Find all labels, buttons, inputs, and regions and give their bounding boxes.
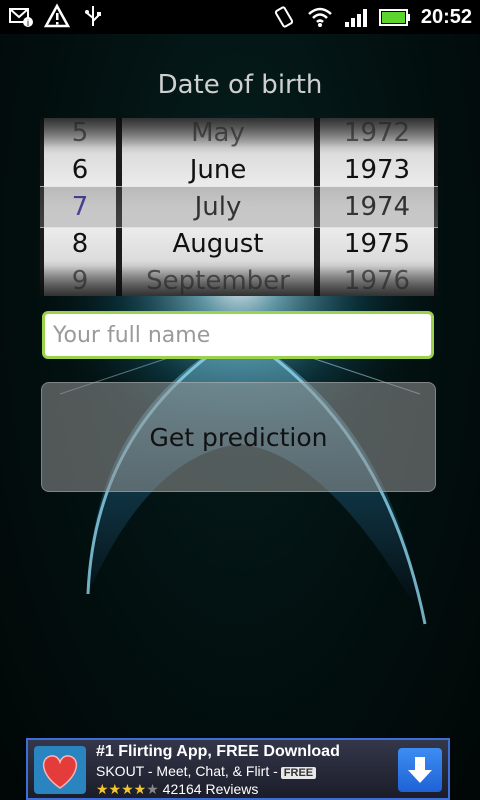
heart-app-icon (34, 746, 86, 794)
warning-icon (43, 3, 71, 29)
get-prediction-button[interactable]: Get prediction (41, 382, 436, 492)
month-option-selected[interactable]: July (122, 189, 314, 226)
ad-rating: ★★★★★ 42164 Reviews (96, 781, 258, 798)
ad-subtitle: SKOUT - Meet, Chat, & Flirt - FREE (96, 763, 317, 779)
year-option-selected[interactable]: 1974 (320, 189, 434, 226)
date-of-birth-picker[interactable]: 5 6 7 8 9 May June July August September… (40, 118, 438, 296)
day-wheel[interactable]: 5 6 7 8 9 (44, 118, 116, 296)
mail-notification-icon: i (8, 3, 34, 29)
month-option[interactable]: August (122, 226, 314, 263)
usb-icon (80, 3, 106, 29)
star-rating-icon: ★★★★★ (96, 781, 159, 797)
download-arrow-button[interactable] (398, 748, 442, 792)
status-bar: i 20:52 (0, 0, 480, 34)
year-option[interactable]: 1972 (320, 118, 434, 152)
full-name-input[interactable] (42, 311, 434, 359)
day-option[interactable]: 6 (44, 152, 116, 189)
review-count: 42164 Reviews (162, 781, 259, 797)
vibrate-icon (271, 4, 297, 30)
year-option[interactable]: 1976 (320, 263, 434, 296)
day-option[interactable]: 8 (44, 226, 116, 263)
year-option[interactable]: 1975 (320, 226, 434, 263)
ad-subtitle-text: SKOUT - Meet, Chat, & Flirt - (96, 763, 278, 779)
year-option[interactable]: 1973 (320, 152, 434, 189)
ad-title: #1 Flirting App, FREE Download (96, 743, 340, 760)
signal-icon (343, 4, 369, 30)
page-title: Date of birth (157, 70, 323, 100)
clock: 20:52 (420, 6, 472, 28)
download-arrow-icon (408, 757, 432, 783)
day-option[interactable]: 5 (44, 118, 116, 152)
svg-text:i: i (27, 18, 29, 28)
month-option[interactable]: May (122, 118, 314, 152)
month-wheel[interactable]: May June July August September (122, 118, 314, 296)
free-badge: FREE (280, 767, 317, 779)
month-option[interactable]: June (122, 152, 314, 189)
battery-icon (378, 4, 411, 30)
day-option-selected[interactable]: 7 (44, 189, 116, 226)
day-option[interactable]: 9 (44, 263, 116, 296)
year-wheel[interactable]: 1972 1973 1974 1975 1976 (320, 118, 434, 296)
ad-banner[interactable]: #1 Flirting App, FREE Download SKOUT - M… (26, 738, 450, 800)
month-option[interactable]: September (122, 263, 314, 296)
wifi-icon (307, 4, 333, 30)
